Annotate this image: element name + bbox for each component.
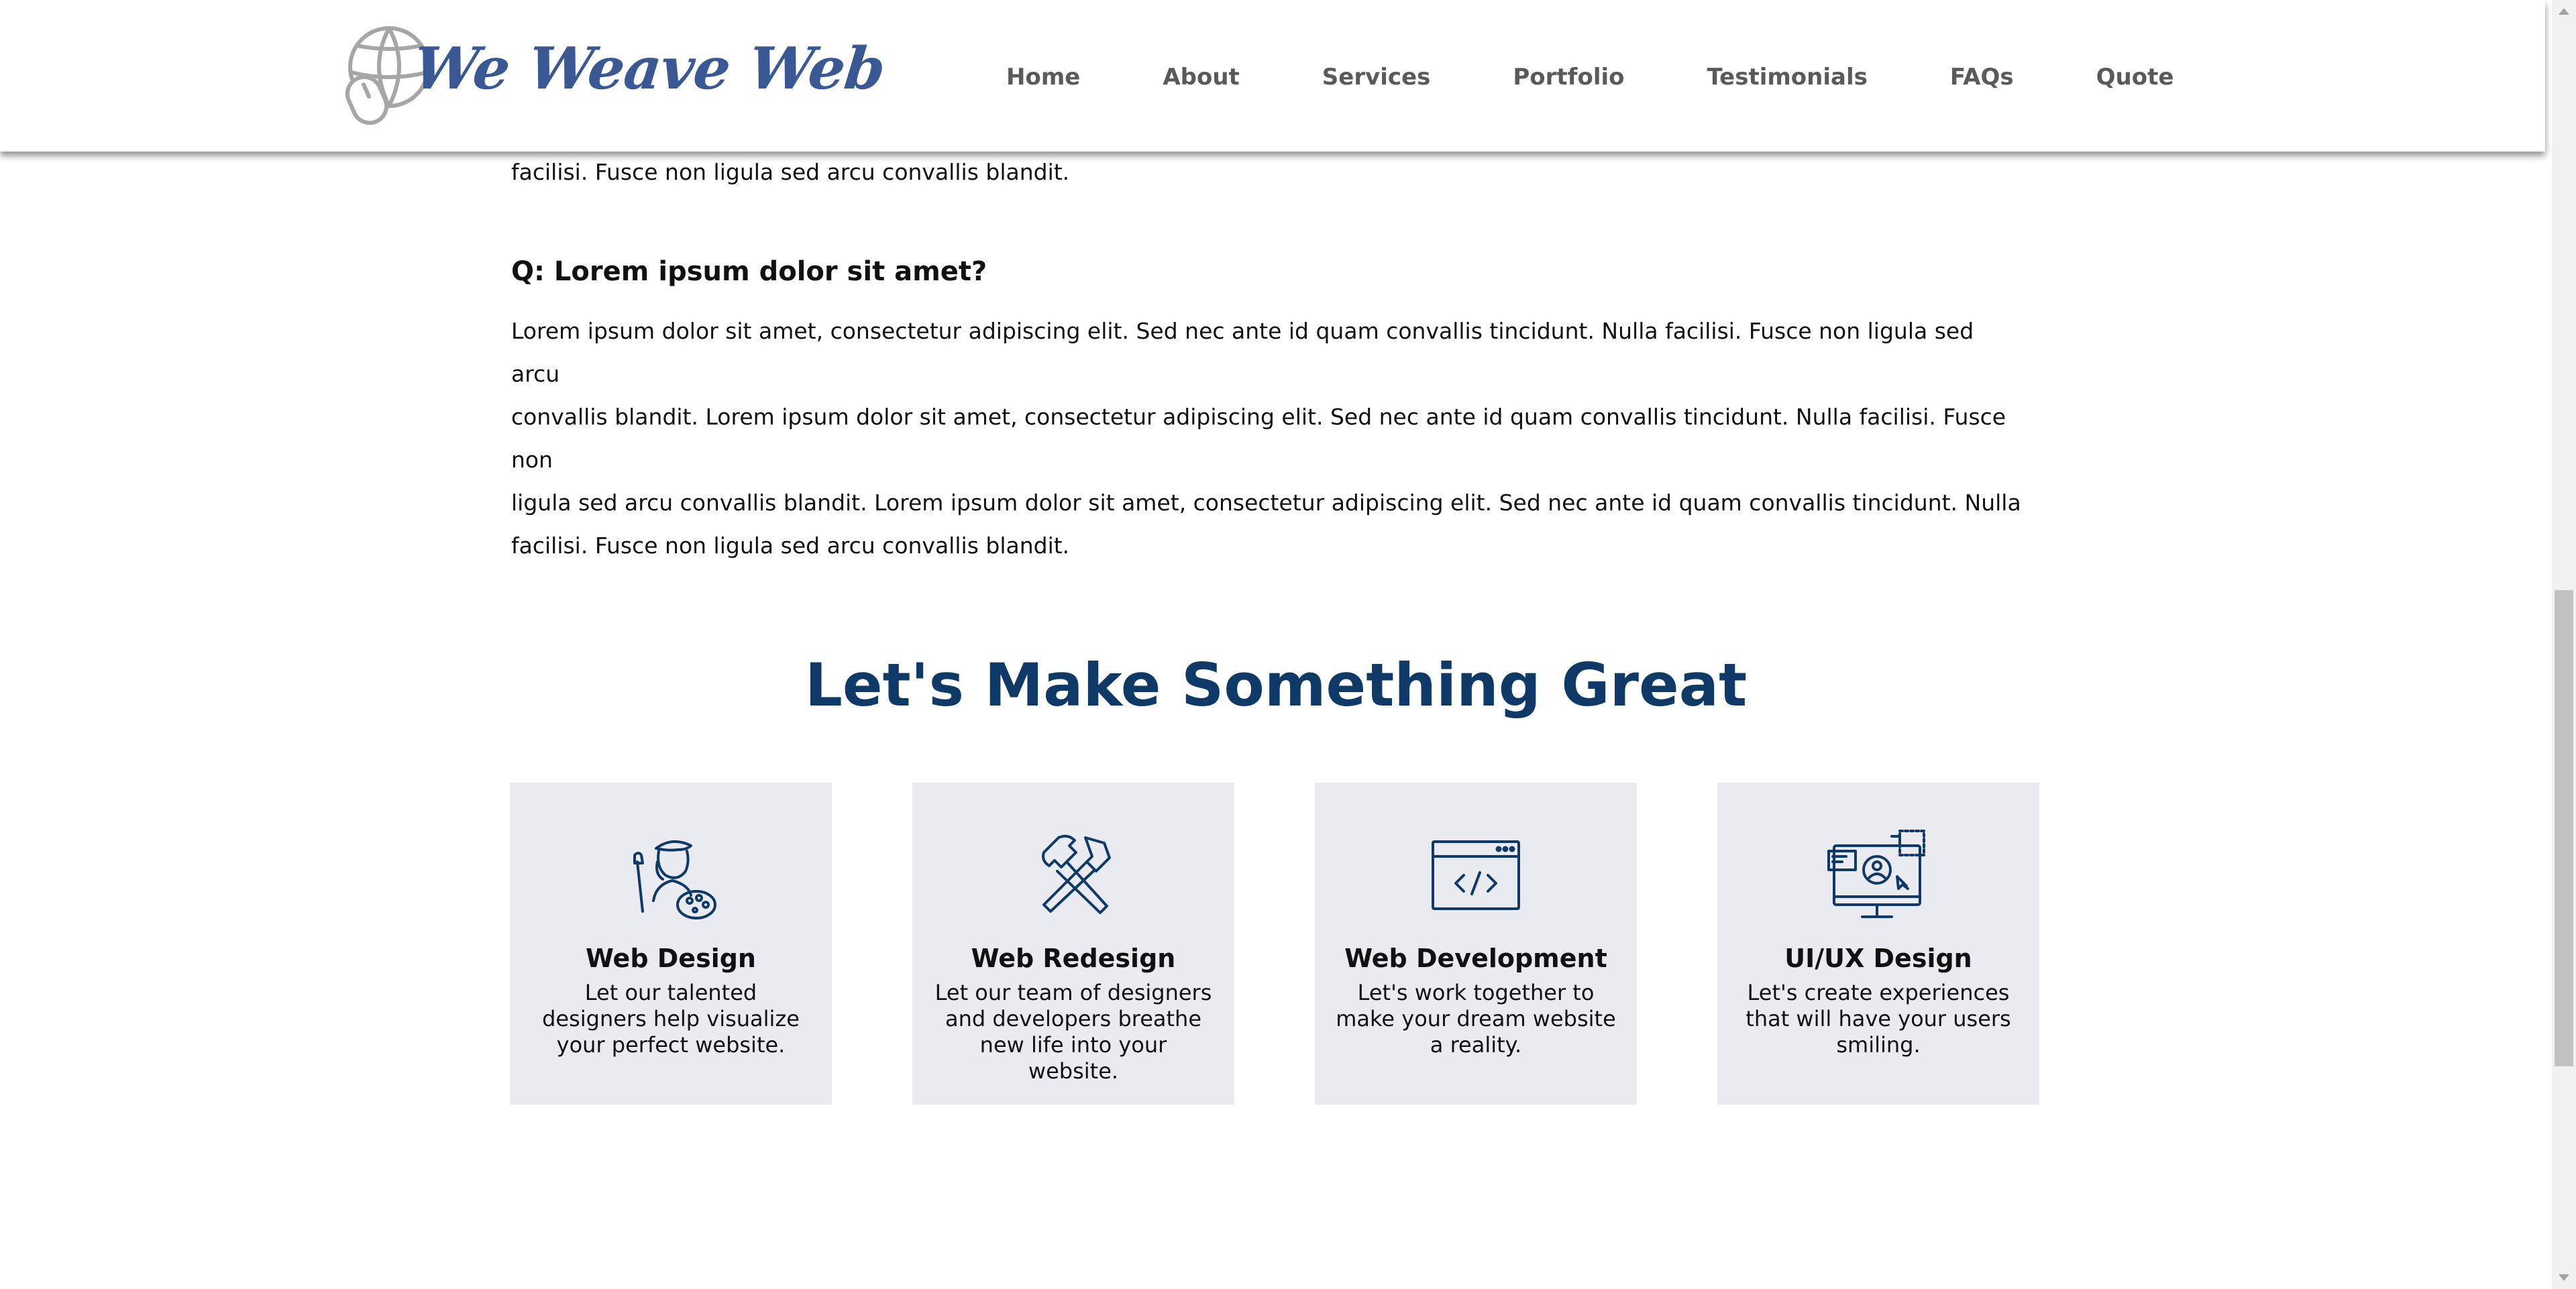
artist-icon xyxy=(633,840,716,919)
faq-answer-2: Lorem ipsum dolor sit amet, consectetur … xyxy=(511,310,2027,567)
site-logo[interactable]: We Weave Web xyxy=(337,19,888,133)
service-cards: Web Design Let our talented designers he… xyxy=(510,783,2039,1105)
service-title: Web Design xyxy=(586,944,756,973)
service-description: Let our talented designers help visualiz… xyxy=(542,980,800,1058)
faq-answer-line: facilisi. Fusce non ligula sed arcu conv… xyxy=(511,533,1070,559)
service-title: Web Redesign xyxy=(971,944,1176,973)
scrollbar-thumb[interactable] xyxy=(2555,590,2573,1066)
main-nav: Home About Services Portfolio Testimonia… xyxy=(1006,54,2174,101)
nav-home[interactable]: Home xyxy=(1006,54,1080,101)
nav-about[interactable]: About xyxy=(1163,54,1239,101)
service-title: UI/UX Design xyxy=(1784,944,1972,973)
service-description: Let our team of designers and developers… xyxy=(934,980,1212,1084)
scroll-up-arrow-icon[interactable] xyxy=(2552,0,2576,24)
nav-quote[interactable]: Quote xyxy=(2096,54,2174,101)
faq-answer-line: Lorem ipsum dolor sit amet, consectetur … xyxy=(511,318,1974,387)
hammer-wrench-icon xyxy=(1042,834,1111,914)
site-header: We Weave Web Home About Services Portfol… xyxy=(0,0,2545,152)
logo-wordmark: We Weave Web xyxy=(410,35,888,103)
service-card-web-redesign[interactable]: Web Redesign Let our team of designers a… xyxy=(912,783,1234,1105)
service-card-web-design[interactable]: Web Design Let our talented designers he… xyxy=(510,783,832,1105)
page: facilisi. Fusce non ligula sed arcu conv… xyxy=(0,0,2552,1289)
service-title: Web Development xyxy=(1344,944,1607,973)
vertical-scrollbar[interactable] xyxy=(2552,0,2576,1289)
service-description: Let's work together to make your dream w… xyxy=(1336,980,1616,1058)
faq-question: Q: Lorem ipsum dolor sit amet? xyxy=(511,256,987,287)
faq-answer-1: facilisi. Fusce non ligula sed arcu conv… xyxy=(511,151,2027,194)
faq-answer-line: facilisi. Fusce non ligula sed arcu conv… xyxy=(511,159,1070,185)
code-window-icon xyxy=(1432,840,1520,910)
service-description: Let's create experiences that will have … xyxy=(1746,980,2011,1058)
nav-portfolio[interactable]: Portfolio xyxy=(1513,54,1624,101)
service-card-web-development[interactable]: Web Development Let's work together to m… xyxy=(1315,783,1637,1105)
nav-services[interactable]: Services xyxy=(1322,54,1431,101)
faq-answer-line: ligula sed arcu convallis blandit. Lorem… xyxy=(511,490,2021,516)
service-card-ui-ux-design[interactable]: UI/UX Design Let's create experiences th… xyxy=(1717,783,2039,1105)
faq-answer-line: convallis blandit. Lorem ipsum dolor sit… xyxy=(511,404,2006,473)
monitor-ux-icon xyxy=(1827,830,1925,918)
scroll-down-arrow-icon[interactable] xyxy=(2552,1265,2576,1289)
nav-faqs[interactable]: FAQs xyxy=(1950,54,2014,101)
nav-testimonials[interactable]: Testimonials xyxy=(1707,54,1868,101)
services-title: Let's Make Something Great xyxy=(804,651,1748,720)
